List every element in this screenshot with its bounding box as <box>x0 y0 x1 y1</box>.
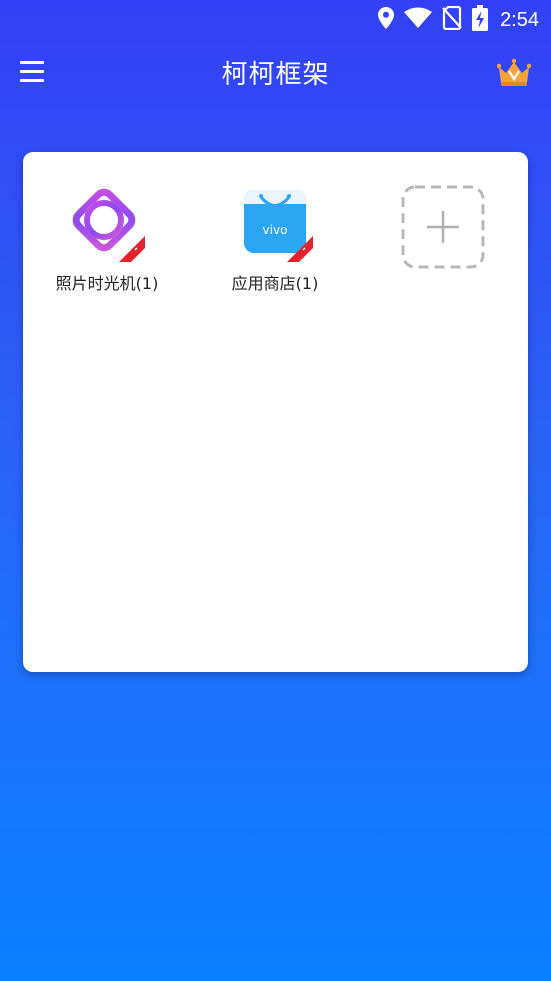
status-bar: 2:54 <box>0 0 551 40</box>
no-sim-icon <box>442 5 462 34</box>
app-item-photo-time-machine[interactable]: 照片时光机(1) <box>32 182 182 294</box>
wifi-icon <box>404 7 433 33</box>
status-time: 2:54 <box>500 8 539 31</box>
app-store-icon-text: vivo <box>263 223 288 237</box>
app-store-icon: vivo <box>235 182 315 262</box>
photo-time-machine-icon <box>67 182 147 262</box>
apps-card: 照片时光机(1) vivo 应用商店(1) <box>23 152 528 672</box>
app-label-app-store: 应用商店(1) <box>231 274 319 293</box>
app-bar: 柯柯框架 <box>0 44 551 102</box>
app-label-photo-time-machine: 照片时光机(1) <box>55 274 159 293</box>
app-title: 柯柯框架 <box>221 60 330 90</box>
location-icon <box>378 7 395 33</box>
battery-charging-icon <box>472 5 489 35</box>
vip-button[interactable] <box>496 58 532 88</box>
status-icons: 2:54 <box>378 5 539 35</box>
add-app-icon <box>401 185 485 269</box>
app-item-app-store[interactable]: vivo 应用商店(1) <box>200 182 350 294</box>
add-app-button[interactable] <box>401 185 485 269</box>
crown-icon <box>496 58 532 92</box>
